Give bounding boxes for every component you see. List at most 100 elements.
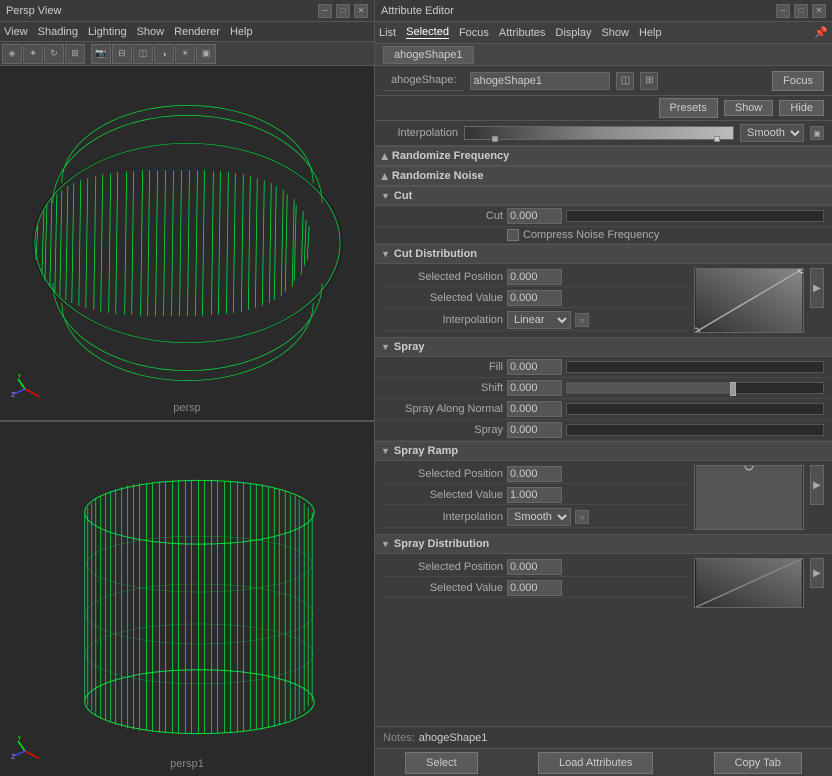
shape-icon-btn1[interactable]: ◫ [616,72,634,90]
tb-render[interactable]: ▣ [196,44,216,64]
cut-value-input[interactable] [507,208,562,224]
section-spray-ramp[interactable]: ▼ Spray Ramp [375,441,832,461]
cutdist-val-input[interactable] [507,290,562,306]
interp-row: Interpolation Smooth Linear Spline ▣ [375,121,832,146]
sprayramp-pos-input[interactable] [507,466,562,482]
spray-ramp-actions: ▶ [810,465,824,505]
attr-tab-item[interactable]: ahogeShape1 [383,46,474,64]
attr-win-buttons: ─ □ ✕ [776,4,826,18]
section-arrow-sprayramp: ▼ [381,446,390,456]
maximize-button[interactable]: □ [336,4,350,18]
compress-noise-checkbox[interactable] [507,229,519,241]
section-arrow-spray: ▼ [381,342,390,352]
section-spray[interactable]: ▼ Spray [375,337,832,357]
spray-shift-input[interactable] [507,380,562,396]
tb-move[interactable]: ✦ [23,44,43,64]
tb-shaded[interactable]: ◑ [154,44,174,64]
spray-dist-ramp-row: Selected Position Selected Value [375,554,832,612]
viewport-bottom-area[interactable]: persp1 X Y Z [0,422,374,776]
shape-name-input[interactable] [470,72,610,90]
section-arrow-noise: ▶ [379,173,390,180]
spray-along-input[interactable] [507,401,562,417]
menu-show[interactable]: Show [601,27,629,39]
interpolation-select[interactable]: Smooth Linear Spline [740,124,804,142]
spraydist-pos-row: Selected Position [383,558,688,577]
presets-row: Presets Show Hide [375,96,832,121]
viewport-top-area[interactable]: ring lines [0,66,374,420]
attr-top-row: ahogeShape: ◫ ⊞ Focus [375,66,832,96]
show-button[interactable]: Show [724,100,774,116]
shape-icon-btn2[interactable]: ⊞ [640,72,658,90]
menu-display[interactable]: Display [555,27,591,39]
copy-tab-button[interactable]: Copy Tab [714,752,802,774]
tb-select[interactable]: ◈ [2,44,22,64]
tb-rotate[interactable]: ↻ [44,44,64,64]
menu-focus[interactable]: Focus [459,27,489,39]
spray-ramp-ramp-row: Selected Position Selected Value Interpo… [375,461,832,534]
spray-along-slider[interactable] [566,403,824,415]
attr-content: Interpolation Smooth Linear Spline ▣ ▶ R… [375,121,832,726]
section-cut-distribution[interactable]: ▼ Cut Distribution [375,244,832,264]
menu-renderer[interactable]: Renderer [174,26,220,38]
cutdist-interp-select[interactable]: Linear Smooth [507,311,571,329]
menu-attributes[interactable]: Attributes [499,27,545,39]
spraydist-pos-input[interactable] [507,559,562,575]
sprayramp-pos-row: Selected Position [383,465,688,484]
hide-button[interactable]: Hide [779,100,824,116]
viewport-top-title: Persp View [6,5,61,17]
attr-maximize[interactable]: □ [794,4,808,18]
tb-wire[interactable]: ◫ [133,44,153,64]
section-title-freq: Randomize Frequency [392,150,509,162]
menu-show[interactable]: Show [137,26,165,38]
menu-selected[interactable]: Selected [406,26,449,39]
spraydist-ramp-btn[interactable]: ▶ [810,558,824,588]
cutdist-ramp-btn[interactable]: ▶ [810,268,824,308]
menu-lighting[interactable]: Lighting [88,26,127,38]
load-attributes-button[interactable]: Load Attributes [538,752,653,774]
tb-cam[interactable]: 📷 [91,44,111,64]
cutdist-btn[interactable]: ○ [575,313,589,327]
spray-spray-slider[interactable] [566,424,824,436]
spraydist-val-input[interactable] [507,580,562,596]
menu-list[interactable]: List [379,27,396,39]
spray-dist-canvas [694,558,804,608]
spray-fill-slider[interactable] [566,361,824,373]
section-randomize-frequency[interactable]: ▶ Randomize Frequency [375,146,832,166]
spray-fill-input[interactable] [507,359,562,375]
interp-extra-btn1[interactable]: ▣ [810,126,824,140]
section-randomize-noise[interactable]: ▶ Randomize Noise [375,166,832,186]
cut-field-row: Cut [375,206,832,227]
close-button[interactable]: ✕ [354,4,368,18]
cutdist-pos-input[interactable] [507,269,562,285]
sprayramp-btn[interactable]: ○ [575,510,589,524]
focus-button[interactable]: Focus [772,71,824,91]
sprayramp-val-input[interactable] [507,487,562,503]
notes-value: ahogeShape1 [419,732,488,744]
menu-help-attr[interactable]: Help [639,27,662,39]
presets-button[interactable]: Presets [659,98,718,118]
tb-light[interactable]: ☀ [175,44,195,64]
section-cut[interactable]: ▼ Cut [375,186,832,206]
menu-shading[interactable]: Shading [38,26,78,38]
section-spray-distribution[interactable]: ▼ Spray Distribution [375,534,832,554]
spray-shift-slider[interactable] [566,382,824,394]
spray-ramp-fields: Selected Position Selected Value Interpo… [383,465,688,528]
sprayramp-ramp-btn[interactable]: ▶ [810,465,824,505]
attr-minimize[interactable]: ─ [776,4,790,18]
spray-dist-fields: Selected Position Selected Value [383,558,688,598]
pin-icon[interactable]: 📌 [814,26,828,39]
attr-close[interactable]: ✕ [812,4,826,18]
sprayramp-interp-select[interactable]: Smooth Linear [507,508,571,526]
menu-help[interactable]: Help [230,26,253,38]
spray-spray-input[interactable] [507,422,562,438]
cut-dist-fields: Selected Position Selected Value Interpo… [383,268,688,331]
tb-grid[interactable]: ⊟ [112,44,132,64]
tb-scale[interactable]: ⊞ [65,44,85,64]
cutdist-val-label: Selected Value [383,292,503,304]
cut-slider[interactable] [566,210,824,222]
select-button[interactable]: Select [405,752,478,774]
viewport-top-canvas: ring lines [0,66,374,420]
attr-titlebar: Attribute Editor ─ □ ✕ [375,0,832,22]
menu-view[interactable]: View [4,26,28,38]
minimize-button[interactable]: ─ [318,4,332,18]
